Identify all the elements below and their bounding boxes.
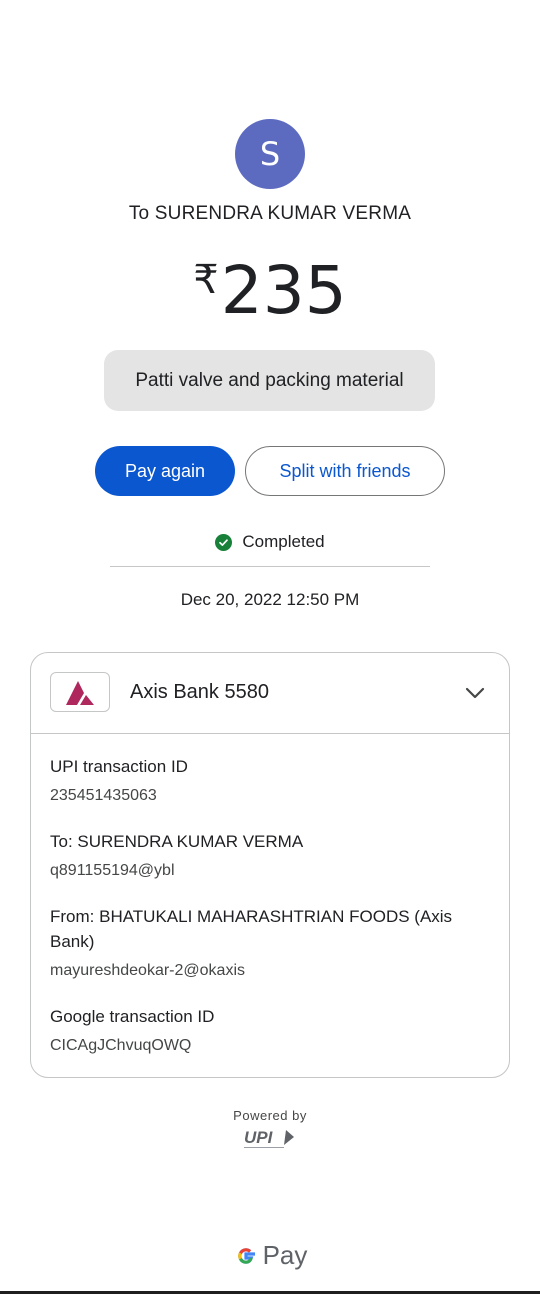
powered-by-label: Powered by [233, 1108, 307, 1123]
chevron-down-icon[interactable] [463, 681, 487, 705]
currency-symbol: ₹ [193, 257, 219, 303]
split-with-friends-button[interactable]: Split with friends [245, 446, 445, 496]
upi-transaction-id-label: UPI transaction ID [50, 757, 188, 776]
amount-value: 235 [220, 252, 347, 329]
pay-again-button[interactable]: Pay again [95, 446, 235, 496]
bank-account-header[interactable]: Axis Bank 5580 [31, 653, 509, 733]
status-row: Completed [0, 532, 540, 552]
payee-name: To SURENDRA KUMAR VERMA [128, 203, 412, 224]
gpay-wordmark: Pay [262, 1240, 308, 1270]
payee-avatar: S [235, 119, 305, 189]
card-divider [31, 733, 509, 734]
avatar-letter: S [259, 135, 281, 173]
upi-transaction-id-value: 235451435063 [50, 787, 157, 804]
google-pay-logo: Pay [0, 1240, 540, 1271]
from-label: From: BHATUKALI MAHARASHTRIAN FOODS (Axi… [50, 907, 453, 951]
google-transaction-id-value: CICAgJChvuqOWQ [50, 1037, 192, 1054]
transaction-details-card: Axis Bank 5580 UPI transaction ID 235451… [30, 652, 510, 1078]
upi-brand-text: UPI [244, 1128, 274, 1147]
from-upi-id: mayureshdeokar-2@okaxis [50, 962, 245, 979]
to-label: To: SURENDRA KUMAR VERMA [50, 832, 304, 851]
payment-note: Patti valve and packing material [104, 350, 435, 411]
google-g-logo [237, 1247, 255, 1264]
transaction-datetime: Dec 20, 2022 12:50 PM [180, 590, 360, 609]
axis-bank-logo [50, 672, 110, 712]
bank-account-name: Axis Bank 5580 [130, 681, 269, 703]
to-upi-id: q891155194@ybl [50, 862, 175, 879]
divider [110, 566, 430, 567]
status-label: Completed [242, 532, 325, 551]
check-circle-icon [215, 533, 233, 551]
google-transaction-id-label: Google transaction ID [50, 1007, 215, 1026]
payment-amount: ₹235 [0, 252, 540, 329]
upi-logo: UPI [244, 1128, 294, 1148]
payment-note-text: Patti valve and packing material [135, 369, 404, 391]
